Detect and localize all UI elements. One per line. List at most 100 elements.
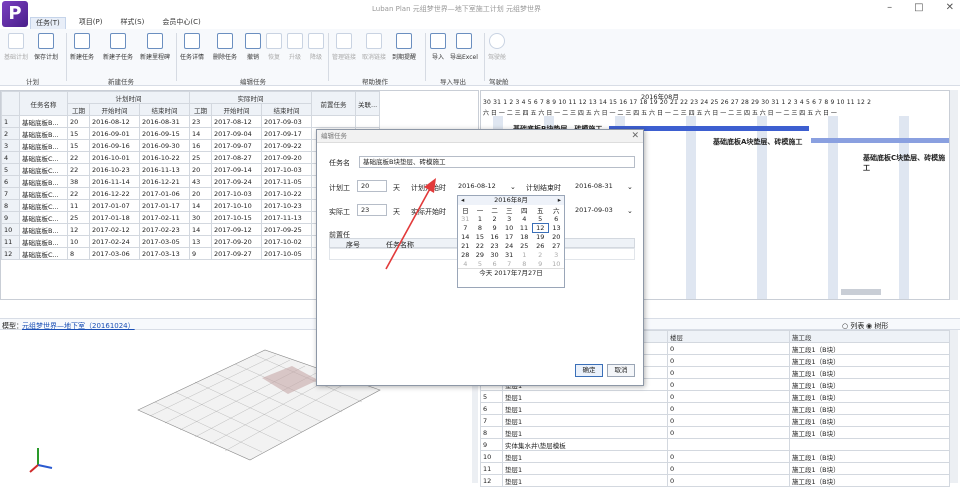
table-cell[interactable]: 2017-09-17	[261, 127, 312, 140]
row-number[interactable]: 8	[480, 426, 503, 439]
row-number[interactable]: 5	[480, 390, 503, 403]
table-cell[interactable]: 施工段1（B块）	[789, 450, 950, 463]
table-cell[interactable]: 2017-10-03	[261, 163, 312, 176]
cancel-button[interactable]: 取消	[607, 364, 635, 377]
calendar-day[interactable]: 7	[458, 224, 473, 233]
table-cell[interactable]: 2017-11-05	[261, 175, 312, 188]
col-related[interactable]: 关联...	[354, 91, 381, 116]
row-number[interactable]: 10	[480, 450, 503, 463]
table-cell[interactable]: 2016-12-21	[139, 175, 190, 188]
calendar-day[interactable]: 27	[548, 242, 564, 251]
cancel-link-button[interactable]: 取消链接	[362, 33, 386, 61]
table-cell[interactable]: 2017-09-20	[261, 151, 312, 164]
calendar-day[interactable]: 30	[487, 250, 502, 259]
table-cell[interactable]: 22	[67, 187, 90, 200]
actual-end-dropdown-icon[interactable]: ⌄	[627, 207, 633, 215]
calendar-today[interactable]: 今天 2017年7月27日	[458, 267, 564, 277]
calendar-day[interactable]: 3	[502, 215, 517, 224]
table-cell[interactable]: 2017-03-06	[89, 247, 140, 260]
table-cell[interactable]: 25	[189, 151, 212, 164]
undo-button[interactable]: 撤销	[245, 33, 261, 61]
calendar-day[interactable]: 6	[487, 259, 502, 268]
dialog-close-icon[interactable]: ✕	[631, 131, 639, 141]
row-number[interactable]: 6	[480, 402, 503, 415]
table-cell[interactable]: 11	[67, 199, 90, 212]
table-cell[interactable]: 2017-09-04	[211, 127, 262, 140]
cockpit-button[interactable]: 驾驶舱	[488, 33, 506, 61]
list-item[interactable]: 8 垫层1 0 施工段1（B块）	[480, 426, 950, 439]
table-cell[interactable]: 施工段1（B块）	[789, 342, 950, 355]
calendar-day[interactable]: 14	[458, 233, 473, 242]
new-task-button[interactable]: 新建任务	[70, 33, 94, 61]
menu-project[interactable]: 项目(P)	[74, 17, 108, 29]
export-excel-button[interactable]: 导出Excel	[450, 33, 478, 61]
row-number[interactable]: 7	[1, 187, 20, 200]
table-cell[interactable]	[667, 438, 790, 451]
table-cell[interactable]: 2017-08-12	[211, 115, 262, 128]
table-cell[interactable]: 基础底板B...	[19, 235, 68, 248]
table-cell[interactable]: 14	[189, 199, 212, 212]
table-cell[interactable]: 垫层1	[502, 450, 668, 463]
table-cell[interactable]: 基础底板C...	[19, 247, 68, 260]
task-name-field[interactable]: 基础底板B块垫层、砖模施工	[359, 156, 635, 168]
table-cell[interactable]: 43	[189, 175, 212, 188]
table-cell[interactable]: 16	[189, 139, 212, 152]
table-cell[interactable]: 2017-03-05	[139, 235, 190, 248]
table-cell[interactable]: 2017-03-13	[139, 247, 190, 260]
table-cell[interactable]: 2016-09-15	[139, 127, 190, 140]
table-cell[interactable]: 2016-11-14	[89, 175, 140, 188]
calendar-day[interactable]: 3	[548, 250, 564, 259]
table-cell[interactable]: 基础底板C...	[19, 199, 68, 212]
plan-start-field[interactable]: 2016-08-12	[454, 180, 516, 192]
table-cell[interactable]: 2016-10-23	[89, 163, 140, 176]
manage-link-button[interactable]: 管理链接	[332, 33, 356, 61]
task-detail-button[interactable]: 任务详情	[180, 33, 204, 61]
table-cell[interactable]: 2017-02-23	[139, 223, 190, 236]
redo-button[interactable]: 恢复	[266, 33, 282, 61]
table-cell[interactable]: 20	[189, 163, 212, 176]
table-cell[interactable]: 2017-09-22	[261, 139, 312, 152]
table-cell[interactable]: 2017-01-06	[139, 187, 190, 200]
table-cell[interactable]: 0	[667, 402, 790, 415]
table-cell[interactable]: 2016-10-22	[139, 151, 190, 164]
table-cell[interactable]: 施工段1（B块）	[789, 402, 950, 415]
row-number[interactable]: 10	[1, 223, 20, 236]
table-cell[interactable]: 2016-08-31	[139, 115, 190, 128]
calendar-day[interactable]: 29	[473, 250, 488, 259]
row-number[interactable]: 4	[1, 151, 20, 164]
close-icon[interactable]: ✕	[946, 2, 954, 13]
list-item[interactable]: 5 垫层1 0 施工段1（B块）	[480, 390, 950, 403]
table-cell[interactable]: 2017-10-05	[261, 247, 312, 260]
next-month-icon[interactable]: ▸	[558, 196, 564, 205]
delete-task-button[interactable]: 删除任务	[213, 33, 237, 61]
calendar-day[interactable]: 25	[517, 242, 533, 251]
table-cell[interactable]: 2017-10-10	[211, 199, 262, 212]
table-cell[interactable]: 施工段1（B块）	[789, 390, 950, 403]
calendar-day[interactable]: 9	[532, 259, 548, 268]
table-cell[interactable]: 8	[67, 247, 90, 260]
table-cell[interactable]: 0	[667, 354, 790, 367]
row-number[interactable]: 8	[1, 199, 20, 212]
table-cell[interactable]: 2017-08-27	[211, 151, 262, 164]
row-number[interactable]: 11	[480, 462, 503, 475]
calendar-day[interactable]: 8	[473, 224, 488, 233]
row-number[interactable]: 2	[1, 127, 20, 140]
table-cell[interactable]: 20	[189, 187, 212, 200]
new-subtask-button[interactable]: 新建子任务	[103, 33, 133, 61]
row-number[interactable]: 7	[480, 414, 503, 427]
table-cell[interactable]: 施工段1（B块）	[789, 366, 950, 379]
minimize-icon[interactable]: –	[887, 2, 892, 13]
table-cell[interactable]: 垫层1	[502, 414, 668, 427]
table-cell[interactable]: 0	[667, 366, 790, 379]
calendar-day[interactable]: 2	[532, 250, 548, 259]
plan-end-dropdown-icon[interactable]: ⌄	[627, 183, 633, 191]
calendar-day[interactable]: 8	[517, 259, 533, 268]
calendar-day[interactable]: 5	[532, 215, 548, 224]
table-cell[interactable]: 0	[667, 378, 790, 391]
table-cell[interactable]: 2017-10-02	[261, 235, 312, 248]
downgrade-button[interactable]: 降级	[308, 33, 324, 61]
table-cell[interactable]: 0	[667, 474, 790, 487]
table-cell[interactable]: 2017-09-14	[211, 163, 262, 176]
calendar-day[interactable]: 12	[531, 223, 549, 234]
gantt-vscroll[interactable]	[950, 90, 958, 300]
